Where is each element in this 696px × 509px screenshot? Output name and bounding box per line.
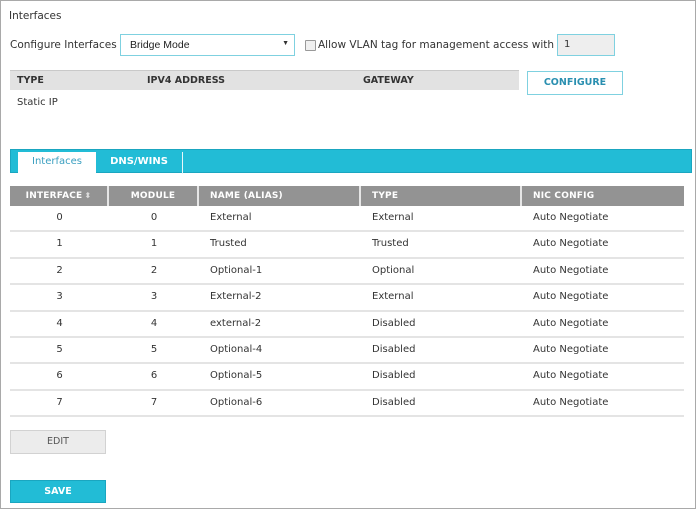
mode-select[interactable]: Bridge Mode ▼ — [120, 34, 295, 56]
cell-module: 6 — [150, 370, 158, 382]
ip-row-type: Static IP — [17, 97, 58, 108]
col-interface-label: INTERFACE — [25, 191, 83, 201]
edit-button[interactable]: EDIT — [10, 430, 106, 454]
interfaces-panel: Interfaces Configure Interfaces in Bridg… — [0, 0, 696, 509]
mode-select-value: Bridge Mode — [130, 39, 190, 51]
cell-type: Optional — [372, 264, 415, 276]
col-name-alias[interactable]: NAME (ALIAS) — [199, 186, 361, 206]
cell-module: 1 — [150, 238, 158, 250]
cell-name: Optional-6 — [210, 396, 263, 408]
cell-name: external-2 — [210, 317, 262, 329]
table-row[interactable]: 2 2 Optional-1 Optional Auto Negotiate — [10, 259, 684, 286]
cell-interface: 2 — [56, 264, 63, 276]
cell-nic-config: Auto Negotiate — [533, 264, 609, 276]
table-row[interactable]: 4 4 external-2 Disabled Auto Negotiate — [10, 312, 684, 338]
table-row[interactable]: 7 7 Optional-6 Disabled Auto Negotiate — [10, 391, 684, 418]
cell-module: 0 — [150, 212, 158, 223]
cell-name: External — [210, 212, 252, 223]
interfaces-grid: INTERFACE ⬍ MODULE NAME (ALIAS) TYPE NIC … — [10, 186, 684, 418]
cell-nic-config: Auto Negotiate — [533, 291, 609, 303]
cell-interface: 0 — [56, 212, 63, 223]
col-interface[interactable]: INTERFACE ⬍ — [10, 186, 109, 206]
cell-name: Optional-4 — [210, 343, 263, 355]
cell-name: Optional-1 — [210, 264, 263, 276]
grid-header: INTERFACE ⬍ MODULE NAME (ALIAS) TYPE NIC … — [10, 186, 684, 206]
cell-name: Optional-5 — [210, 370, 263, 382]
cell-module: 7 — [150, 396, 158, 408]
configure-interfaces-label: Configure Interfaces in — [10, 39, 130, 51]
cell-type: Disabled — [372, 396, 416, 408]
table-row[interactable]: 5 5 Optional-4 Disabled Auto Negotiate — [10, 338, 684, 365]
col-module[interactable]: MODULE — [109, 186, 199, 206]
col-type[interactable]: TYPE — [361, 186, 522, 206]
cell-interface: 6 — [56, 370, 63, 382]
cell-interface: 4 — [56, 317, 63, 329]
cell-type: External — [372, 212, 414, 223]
cell-type: External — [372, 291, 414, 303]
caret-down-icon: ▼ — [282, 40, 289, 47]
cell-module: 4 — [150, 317, 158, 329]
cell-nic-config: Auto Negotiate — [533, 212, 609, 223]
sort-updown-icon[interactable]: ⬍ — [84, 191, 91, 200]
table-row[interactable]: 3 3 External-2 External Auto Negotiate — [10, 285, 684, 312]
cell-name: External-2 — [210, 291, 262, 303]
cell-interface: 3 — [56, 291, 63, 303]
cell-type: Trusted — [372, 238, 409, 250]
cell-nic-config: Auto Negotiate — [533, 396, 609, 408]
cell-nic-config: Auto Negotiate — [533, 317, 609, 329]
grid-body: 0 0 External External Auto Negotiate 1 1 Truste… — [10, 206, 684, 418]
cell-interface: 5 — [56, 343, 63, 355]
page-title: Interfaces — [9, 10, 62, 22]
table-row[interactable]: 1 1 Trusted Trusted Auto Negotiate — [10, 232, 684, 259]
cell-interface: 1 — [56, 238, 63, 250]
table-row[interactable]: 0 0 External External Auto Negotiate — [10, 206, 684, 233]
cell-type: Disabled — [372, 343, 416, 355]
vlan-id-input[interactable]: 1 — [557, 34, 615, 56]
ip-header-type: TYPE — [17, 75, 44, 86]
cell-nic-config: Auto Negotiate — [533, 370, 609, 382]
configure-button[interactable]: CONFIGURE — [527, 71, 623, 95]
ip-header-ipv4: IPV4 ADDRESS — [147, 75, 225, 86]
cell-module: 2 — [150, 264, 158, 276]
cell-interface: 7 — [56, 396, 63, 408]
table-row[interactable]: 6 6 Optional-5 Disabled Auto Negotiate — [10, 364, 684, 391]
tab-bar: Interfaces DNS/WINS — [10, 149, 692, 174]
vlan-checkbox[interactable] — [305, 40, 316, 51]
tab-dns-wins[interactable]: DNS/WINS — [96, 152, 183, 174]
ip-header-gateway: GATEWAY — [363, 75, 414, 86]
ip-table-header: TYPE IPV4 ADDRESS GATEWAY — [10, 70, 519, 90]
cell-module: 3 — [150, 291, 158, 303]
cell-nic-config: Auto Negotiate — [533, 343, 609, 355]
save-button[interactable]: SAVE — [10, 480, 106, 503]
tab-interfaces[interactable]: Interfaces — [18, 152, 96, 174]
cell-nic-config: Auto Negotiate — [533, 238, 609, 250]
col-nic-config[interactable]: NIC CONFIG — [522, 186, 684, 206]
cell-type: Disabled — [372, 370, 416, 382]
cell-module: 5 — [150, 343, 158, 355]
cell-type: Disabled — [372, 317, 416, 329]
cell-name: Trusted — [210, 238, 247, 250]
